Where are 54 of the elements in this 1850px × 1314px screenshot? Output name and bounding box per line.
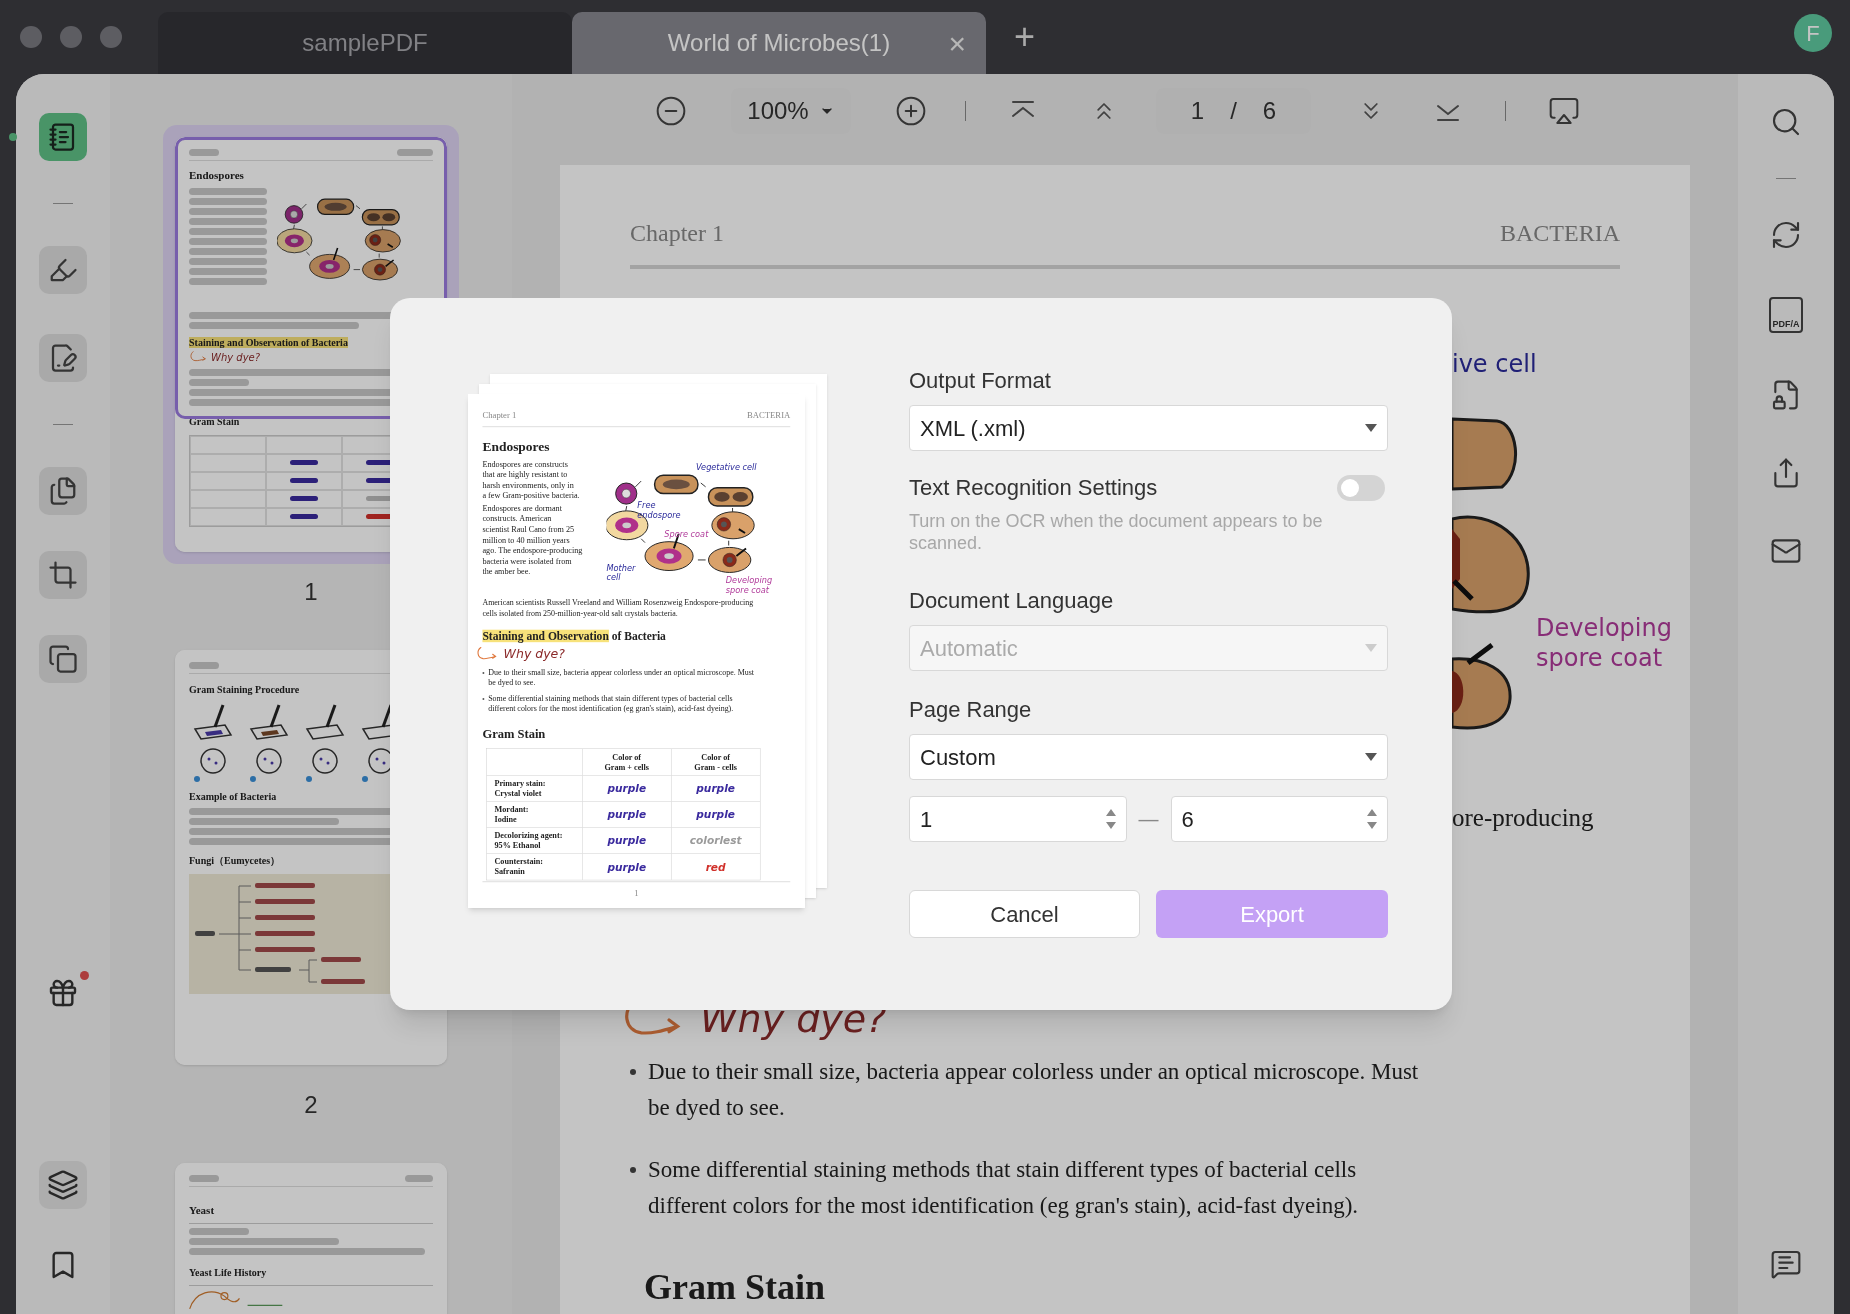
- chapter-label: Chapter 1: [630, 219, 724, 248]
- range-dash: —: [1138, 807, 1159, 832]
- page-separator: /: [1230, 95, 1237, 126]
- diagram-label: Vegetative cell: [696, 461, 757, 472]
- page-label: 1: [304, 577, 318, 607]
- field-label: Document Language: [909, 587, 1115, 615]
- column-header: Color of Gram - cells: [694, 752, 737, 772]
- bullet-text: Some differential staining methods that stain different types of bacterial cells different colors for the most identification (eg gran's stain), acid-fast dyeing).: [648, 1156, 1359, 1220]
- handwritten-note: Why dye?: [211, 350, 261, 365]
- tab-label: samplePDF: [302, 28, 428, 58]
- chapter-title: BACTERIA: [747, 408, 791, 422]
- thumbnail-heading: Endospores: [189, 168, 245, 183]
- column-header: Color of Gram + cells: [604, 752, 650, 772]
- text-fragment: ore-producing: [1452, 803, 1594, 833]
- thumbnail-heading: Yeast Life History: [189, 1267, 267, 1278]
- table-cell-text: purple: [607, 781, 647, 797]
- diagram-label: Developing spore coat: [1536, 613, 1672, 673]
- chapter-label: Chapter 1: [482, 408, 517, 422]
- row-label: Counterstain: Safranin: [494, 857, 544, 877]
- table-cell-text: red: [705, 859, 726, 875]
- section-heading: Gram Stain: [482, 726, 547, 744]
- table-cell-text: purple: [607, 833, 647, 849]
- field-label: Page Range: [909, 696, 1033, 724]
- page-count: 6: [1262, 95, 1277, 126]
- thumbnail-heading: Example of Bacteria: [189, 790, 278, 804]
- diagram-label: ive cell: [1452, 349, 1537, 379]
- table-cell-text: purple: [607, 859, 647, 875]
- bullet-text: Due to their small size, bacteria appear colorless under an optical microscope. Must be dyed to see.: [648, 1058, 1419, 1122]
- diagram-label: Developing spore coat: [725, 575, 773, 595]
- table-cell-text: purple: [607, 807, 647, 823]
- diagram-label: Mother cell: [606, 562, 636, 583]
- paragraph: Endospores are constructs that are highly resistant to harsh environments, only in a few Gram-positive bacteria.: [482, 458, 581, 502]
- diagram-label: Spore coat: [664, 529, 709, 539]
- table-cell-text: purple: [696, 807, 735, 823]
- page-number: 1: [1190, 95, 1205, 126]
- chapter-title: BACTERIA: [1500, 219, 1620, 248]
- tab-label: World of Microbes(1): [667, 28, 891, 58]
- thumbnail-heading: Yeast: [189, 1204, 215, 1216]
- row-label: Mordant: Iodine: [494, 805, 529, 825]
- handwritten-note: Why dye?: [503, 645, 565, 663]
- field-label: Text Recognition Settings: [909, 474, 1158, 502]
- row-label: Primary stain: Crystal violet: [494, 779, 546, 799]
- paragraph: Endospores are dormant constructs. American scientist Raul Cano from 25 million to 40 million years ago. The endospore-producing bacteria were isolated from the amber bee.: [482, 503, 584, 578]
- section-heading: Endospores: [482, 438, 551, 457]
- row-label: Decolorizing agent: 95% Ethanol: [494, 831, 563, 851]
- table-cell-text: purple: [696, 781, 735, 797]
- field-label: Output Format: [909, 367, 1052, 395]
- page-label: 2: [304, 1090, 318, 1120]
- section-heading: Gram Stain: [644, 1266, 826, 1309]
- thumbnail-heading: Fungi（Eumycetes）: [189, 854, 282, 868]
- thumbnail-heading: Gram Staining Procedure: [189, 683, 301, 697]
- help-text: Turn on the OCR when the document appears to be scanned.: [909, 510, 1324, 554]
- table-cell-text: colorlest: [689, 833, 742, 849]
- page-number: 1: [634, 887, 639, 900]
